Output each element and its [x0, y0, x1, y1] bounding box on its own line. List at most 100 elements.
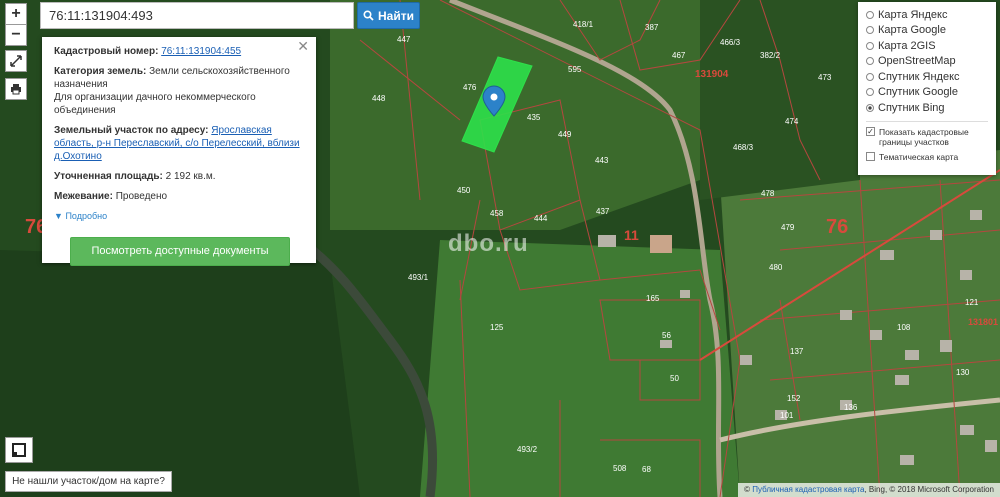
- parcel-number-label: 447: [397, 35, 411, 44]
- dark-forest-area: [0, 250, 360, 497]
- parcel-number-label: 152: [787, 394, 801, 403]
- category-row: Категория земель: Земли сельскохозяйстве…: [54, 65, 304, 117]
- parcel-number-label: 449: [558, 130, 572, 139]
- radio-icon: [866, 26, 874, 35]
- block-number-label: 131801: [968, 317, 998, 327]
- parcel-number-label: 101: [780, 411, 794, 420]
- close-icon[interactable]: ✕: [297, 39, 309, 53]
- block-number-label: 11: [624, 227, 639, 243]
- radio-icon: [866, 10, 874, 19]
- parcel-number-label: 444: [534, 214, 548, 223]
- more-details-link[interactable]: ▼ Подробно: [54, 210, 304, 223]
- light-forest-area: [330, 0, 700, 230]
- attribution: © Публичная кадастровая карта, Bing, © 2…: [738, 483, 1000, 497]
- expand-icon: [10, 55, 22, 67]
- survey-value: Проведено: [115, 191, 168, 202]
- parcel-number-label: 121: [965, 298, 979, 307]
- east-forest-area: [700, 0, 860, 200]
- search-button-label: Найти: [378, 8, 414, 23]
- parcel-number-label: 473: [818, 73, 832, 82]
- parcel-number-label: 493/1: [408, 273, 429, 282]
- block-number-label: 131904: [695, 69, 729, 80]
- parcel-number-label: 450: [457, 186, 471, 195]
- show-borders-label: Показать кадастровые границы участков: [879, 126, 969, 147]
- parcel-number-label: 467: [672, 51, 686, 60]
- parcel-number-label: 474: [785, 117, 799, 126]
- layer-divider: [866, 120, 988, 122]
- print-button[interactable]: [5, 78, 27, 100]
- parcel-number-label: 478: [761, 189, 775, 198]
- not-found-button[interactable]: Не нашли участок/дом на карте?: [5, 471, 172, 492]
- selection-tool-button[interactable]: [5, 437, 33, 463]
- search-button[interactable]: Найти: [357, 2, 420, 29]
- village-area: [720, 150, 1000, 497]
- parcel-number-label: 108: [897, 323, 911, 332]
- parcel-number-label: 136: [844, 403, 858, 412]
- thematic-label: Тематическая карта: [879, 151, 959, 162]
- show-borders-checkbox[interactable]: ✓ Показать кадастровые границы участков: [866, 126, 988, 147]
- search-input[interactable]: [40, 2, 354, 29]
- layer-option-label: OpenStreetMap: [878, 55, 956, 68]
- parcel-number-label: 493/2: [517, 445, 538, 454]
- triangle-down-icon: ▼: [54, 211, 63, 221]
- attribution-link[interactable]: Публичная кадастровая карта: [752, 485, 864, 494]
- fullscreen-button[interactable]: [5, 50, 27, 72]
- parcel-number-label: 437: [596, 207, 610, 216]
- parcel-number-label: 165: [646, 294, 660, 303]
- parcel-number-label: 443: [595, 156, 609, 165]
- address-label: Земельный участок по адресу:: [54, 125, 209, 136]
- parcel-number-label: 476: [463, 83, 477, 92]
- radio-icon: [866, 72, 874, 81]
- block-number-label: 76: [826, 216, 848, 238]
- layer-option[interactable]: Карта Google: [866, 23, 988, 39]
- attribution-text: , Bing, © 2018 Microsoft Corporation: [864, 485, 994, 494]
- zoom-in-button[interactable]: +: [5, 3, 27, 25]
- layer-option-label: Спутник Яндекс: [878, 70, 960, 83]
- layer-option-label: Карта Google: [878, 24, 946, 37]
- area-value: 2 192 кв.м.: [165, 171, 216, 182]
- cadastral-row: Кадастровый номер: 76:11:131904:455: [54, 45, 304, 58]
- layer-switcher: Карта Яндекс Карта Google Карта 2GIS OpenSt…: [858, 2, 996, 175]
- parcel-number-label: 595: [568, 65, 582, 74]
- cadastral-link[interactable]: 76:11:131904:455: [161, 46, 241, 57]
- parcel-number-label: 418/1: [573, 20, 594, 29]
- parcel-number-label: 468/3: [733, 143, 754, 152]
- layer-option[interactable]: Карта 2GIS: [866, 38, 988, 54]
- thematic-map-checkbox[interactable]: Тематическая карта: [866, 151, 988, 162]
- zoom-out-button[interactable]: −: [5, 24, 27, 46]
- print-icon: [11, 84, 21, 95]
- layer-option[interactable]: Спутник Bing: [866, 100, 988, 116]
- layer-option[interactable]: Карта Яндекс: [866, 7, 988, 23]
- radio-icon: [866, 88, 874, 97]
- watermark: dbo.ru: [448, 230, 529, 257]
- radio-selected-icon: [866, 103, 874, 112]
- parcel-number-label: 137: [790, 347, 804, 356]
- layer-option-label: Спутник Bing: [878, 101, 945, 114]
- layer-option[interactable]: OpenStreetMap: [866, 54, 988, 70]
- layer-option[interactable]: Спутник Google: [866, 85, 988, 101]
- parcel-number-label: 435: [527, 113, 541, 122]
- purpose-value: Для организации дачного некоммерческого …: [54, 92, 256, 116]
- parcel-number-label: 479: [781, 223, 795, 232]
- area-label: Уточненная площадь:: [54, 171, 163, 182]
- cadastral-label: Кадастровый номер:: [54, 46, 159, 57]
- layer-options: Карта Яндекс Карта Google Карта 2GIS OpenSt…: [866, 7, 988, 116]
- parcel-number-label: 382/2: [760, 51, 781, 60]
- view-documents-button[interactable]: Посмотреть доступные документы: [70, 237, 290, 266]
- parcel-info-popup: ✕ Кадастровый номер: 76:11:131904:455 Ка…: [42, 37, 316, 266]
- parcel-number-label: 125: [490, 323, 504, 332]
- layer-option[interactable]: Спутник Яндекс: [866, 69, 988, 85]
- radio-icon: [866, 57, 874, 66]
- radio-icon: [866, 41, 874, 50]
- parcel-number-label: 56: [662, 331, 671, 340]
- parcel-number-label: 508: [613, 464, 627, 473]
- layer-option-label: Карта Яндекс: [878, 8, 948, 21]
- survey-label: Межевание:: [54, 191, 113, 202]
- parcel-number-label: 466/3: [720, 38, 741, 47]
- area-row: Уточненная площадь: 2 192 кв.м.: [54, 170, 304, 183]
- parcel-number-label: 458: [490, 209, 504, 218]
- search-icon: [363, 10, 374, 21]
- address-row: Земельный участок по адресу: Ярославская…: [54, 124, 304, 163]
- checkbox-checked-icon: ✓: [866, 126, 875, 136]
- layer-option-label: Карта 2GIS: [878, 39, 936, 52]
